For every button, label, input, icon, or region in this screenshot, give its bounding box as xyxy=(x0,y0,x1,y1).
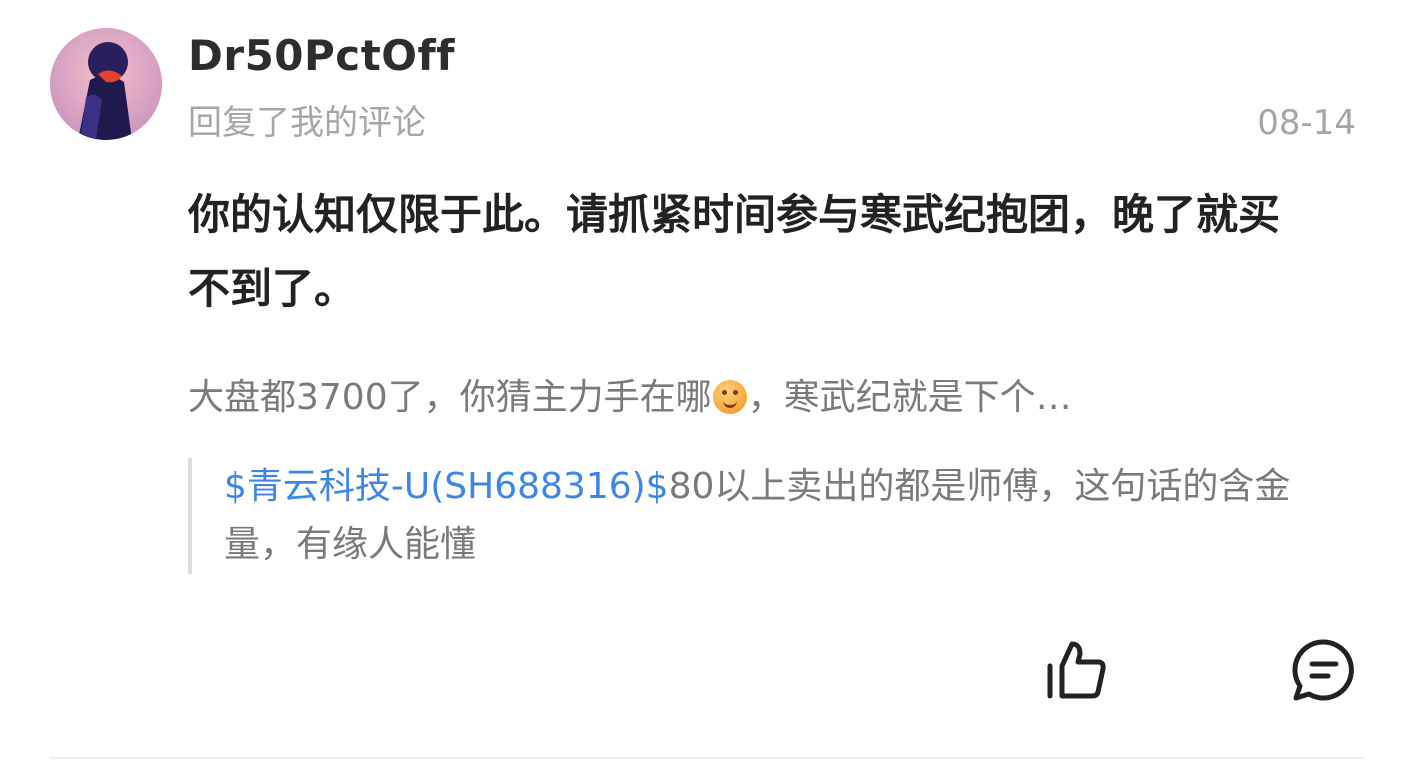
comment-date: 08-14 xyxy=(1257,103,1356,143)
comment-bubble-icon xyxy=(1292,639,1354,701)
comment-notification-card: Dr50PctOff 回复了我的评论 08-14 你的认知仅限于此。请抓紧时间参… xyxy=(0,0,1414,775)
avatar-image xyxy=(50,28,162,140)
avatar[interactable] xyxy=(50,28,162,140)
original-post-quote[interactable]: $青云科技-U(SH688316)$80以上卖出的都是师傅，这句话的含金量，有缘… xyxy=(188,458,1354,574)
username[interactable]: Dr50PctOff xyxy=(188,30,455,82)
my-comment-text-part1: 大盘都3700了，你猜主力手在哪 xyxy=(188,377,712,418)
notification-action-text: 回复了我的评论 xyxy=(188,103,426,143)
like-button[interactable] xyxy=(1040,634,1112,706)
stock-link[interactable]: $青云科技-U(SH688316)$ xyxy=(224,466,669,507)
smirk-emoji-icon xyxy=(712,380,747,414)
reply-button[interactable] xyxy=(1288,634,1360,706)
divider xyxy=(50,757,1364,759)
thumbs-up-icon xyxy=(1047,641,1106,699)
reply-text[interactable]: 你的认知仅限于此。请抓紧时间参与寒武纪抱团，晚了就买不到了。 xyxy=(188,178,1318,326)
action-bar xyxy=(0,630,1414,720)
my-comment-preview[interactable]: 大盘都3700了，你猜主力手在哪 ，寒武纪就是下个… xyxy=(188,372,1368,424)
my-comment-text-part2: ，寒武纪就是下个… xyxy=(747,377,1072,418)
